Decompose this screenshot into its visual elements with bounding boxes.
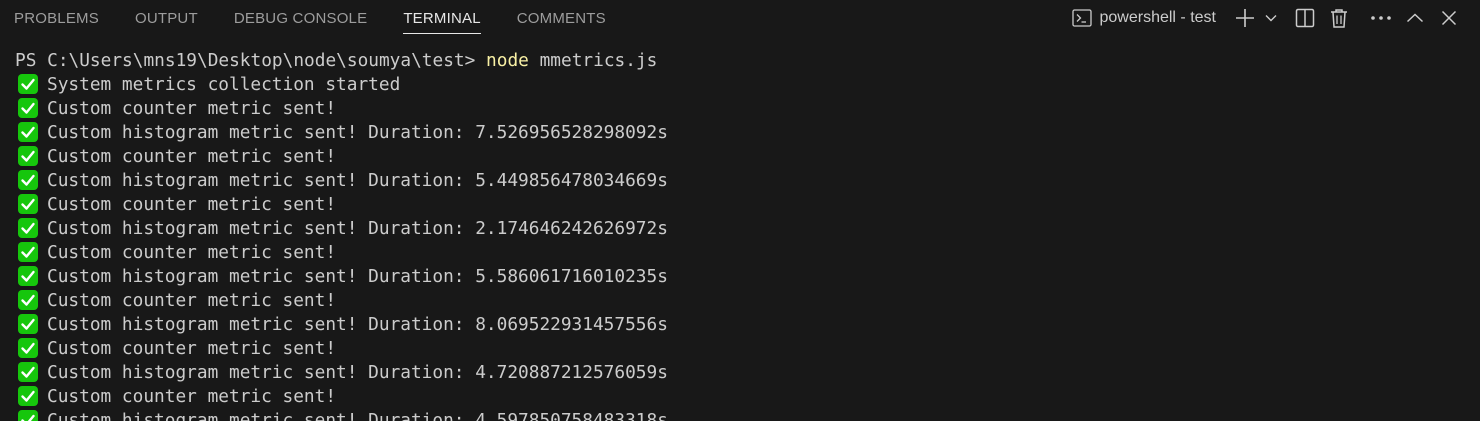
check-mark-icon <box>18 194 38 214</box>
terminal-line-text: Custom counter metric sent! <box>47 194 337 215</box>
terminal-line: Custom histogram metric sent! Duration: … <box>15 217 668 241</box>
check-mark-icon <box>18 290 38 310</box>
terminal-line-text: Custom histogram metric sent! Duration: … <box>47 314 668 335</box>
plus-icon <box>1235 8 1255 28</box>
panel-actions: powershell - test <box>1066 0 1480 36</box>
check-mark-icon <box>18 98 38 118</box>
tab-output[interactable]: OUTPUT <box>117 0 216 36</box>
more-actions-button[interactable] <box>1366 3 1396 33</box>
terminal-line: Custom counter metric sent! <box>15 241 336 265</box>
terminal-line: Custom counter metric sent! <box>15 97 336 121</box>
check-mark-icon <box>18 242 38 262</box>
terminal-line-text: Custom histogram metric sent! Duration: … <box>47 122 668 143</box>
tab-terminal[interactable]: TERMINAL <box>385 0 498 36</box>
terminal-line-text: Custom counter metric sent! <box>47 98 337 119</box>
new-terminal-button[interactable] <box>1230 3 1260 33</box>
terminal-line: Custom histogram metric sent! Duration: … <box>15 265 668 289</box>
check-mark-icon <box>18 314 38 334</box>
kill-terminal-button[interactable] <box>1324 3 1354 33</box>
tab-label: DEBUG CONSOLE <box>233 9 368 27</box>
terminal-selector[interactable]: powershell - test <box>1066 4 1223 32</box>
terminal-line-text: Custom histogram metric sent! Duration: … <box>47 218 668 239</box>
chevron-up-icon <box>1406 13 1424 23</box>
check-mark-icon <box>18 122 38 142</box>
prompt-text: PS C:\Users\mns19\Desktop\node\soumya\te… <box>15 50 476 71</box>
check-mark-icon <box>18 218 38 238</box>
check-mark-icon <box>18 410 38 421</box>
check-mark-icon <box>18 386 38 406</box>
split-icon <box>1295 8 1315 28</box>
terminal-name: powershell - test <box>1099 9 1217 26</box>
terminal-line-text: Custom counter metric sent! <box>47 290 337 311</box>
tab-label: COMMENTS <box>516 9 606 27</box>
terminal-line-text: Custom counter metric sent! <box>47 386 337 407</box>
split-terminal-button[interactable] <box>1290 3 1320 33</box>
terminal-line-text: Custom histogram metric sent! Duration: … <box>47 362 668 383</box>
close-icon <box>1441 10 1457 26</box>
prompt-line: PS C:\Users\mns19\Desktop\node\soumya\te… <box>15 49 657 73</box>
terminal-line: Custom histogram metric sent! Duration: … <box>15 121 668 145</box>
ellipsis-icon <box>1370 15 1392 21</box>
check-mark-icon <box>18 170 38 190</box>
command-args: mmetrics.js <box>539 50 658 71</box>
terminal-line: Custom histogram metric sent! Duration: … <box>15 409 668 421</box>
terminal-line: Custom histogram metric sent! Duration: … <box>15 313 668 337</box>
close-panel-button[interactable] <box>1434 3 1464 33</box>
command-text: node <box>486 50 529 71</box>
check-mark-icon <box>18 74 38 94</box>
terminal-line-text: Custom counter metric sent! <box>47 146 337 167</box>
check-mark-icon <box>18 266 38 286</box>
chevron-down-icon <box>1265 14 1277 22</box>
tab-comments[interactable]: COMMENTS <box>499 0 624 36</box>
tab-debug-console[interactable]: DEBUG CONSOLE <box>216 0 385 36</box>
terminal-line: Custom counter metric sent! <box>15 193 336 217</box>
check-mark-icon <box>18 338 38 358</box>
terminal-line-text: System metrics collection started <box>47 74 401 95</box>
panel-header: PROBLEMS OUTPUT DEBUG CONSOLE TERMINAL C… <box>0 0 1480 36</box>
terminal-line-text: Custom histogram metric sent! Duration: … <box>47 266 668 287</box>
panel-tabs: PROBLEMS OUTPUT DEBUG CONSOLE TERMINAL C… <box>0 0 624 36</box>
terminal-output[interactable]: PS C:\Users\mns19\Desktop\node\soumya\te… <box>0 36 1480 421</box>
terminal-line: Custom counter metric sent! <box>15 145 336 169</box>
terminal-line-text: Custom histogram metric sent! Duration: … <box>47 410 668 421</box>
maximize-panel-button[interactable] <box>1400 3 1430 33</box>
terminal-profiles-dropdown[interactable] <box>1262 3 1280 33</box>
terminal-line-text: Custom counter metric sent! <box>47 242 337 263</box>
terminal-line: System metrics collection started <box>15 73 400 97</box>
check-mark-icon <box>18 362 38 382</box>
trash-icon <box>1329 8 1349 28</box>
terminal-line: Custom counter metric sent! <box>15 289 336 313</box>
powershell-icon <box>1071 9 1092 27</box>
check-mark-icon <box>18 146 38 166</box>
tab-label: TERMINAL <box>403 9 481 27</box>
terminal-line-text: Custom counter metric sent! <box>47 338 337 359</box>
tab-label: PROBLEMS <box>14 9 99 27</box>
terminal-line: Custom counter metric sent! <box>15 385 336 409</box>
terminal-line: Custom histogram metric sent! Duration: … <box>15 169 668 193</box>
terminal-line: Custom histogram metric sent! Duration: … <box>15 361 668 385</box>
terminal-line: Custom counter metric sent! <box>15 337 336 361</box>
tab-label: OUTPUT <box>134 9 198 27</box>
terminal-line-text: Custom histogram metric sent! Duration: … <box>47 170 668 191</box>
tab-problems[interactable]: PROBLEMS <box>0 0 117 36</box>
